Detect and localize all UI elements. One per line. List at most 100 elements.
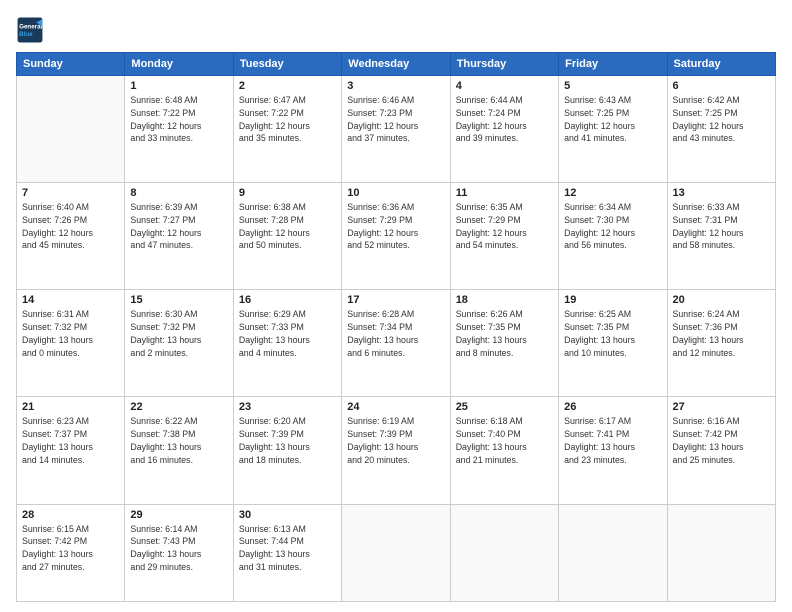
day-info: Sunrise: 6:25 AMSunset: 7:35 PMDaylight:… bbox=[564, 308, 661, 359]
day-info: Sunrise: 6:26 AMSunset: 7:35 PMDaylight:… bbox=[456, 308, 553, 359]
day-cell: 19Sunrise: 6:25 AMSunset: 7:35 PMDayligh… bbox=[559, 290, 667, 397]
col-header-thursday: Thursday bbox=[450, 53, 558, 76]
day-info: Sunrise: 6:43 AMSunset: 7:25 PMDaylight:… bbox=[564, 94, 661, 145]
calendar-header-row: SundayMondayTuesdayWednesdayThursdayFrid… bbox=[17, 53, 776, 76]
day-cell: 2 Sunrise: 6:47 AMSunset: 7:22 PMDaylight… bbox=[233, 76, 341, 183]
day-cell: 1Sunrise: 6:48 AMSunset: 7:22 PMDaylight… bbox=[125, 76, 233, 183]
day-info: Sunrise: 6:40 AMSunset: 7:26 PMDaylight:… bbox=[22, 201, 119, 252]
day-cell bbox=[667, 504, 775, 601]
day-number: 9 bbox=[239, 187, 336, 199]
day-number: 12 bbox=[564, 187, 661, 199]
day-cell: 23 Sunrise: 6:20 AMSunset: 7:39 PMDayligh… bbox=[233, 397, 341, 504]
col-header-sunday: Sunday bbox=[17, 53, 125, 76]
day-number: 24 bbox=[347, 401, 444, 413]
day-number: 4 bbox=[456, 80, 553, 92]
day-number: 10 bbox=[347, 187, 444, 199]
day-info: Sunrise: 6:15 AMSunset: 7:42 PMDaylight:… bbox=[22, 523, 119, 574]
day-info: Sunrise: 6:39 AMSunset: 7:27 PMDaylight:… bbox=[130, 201, 227, 252]
col-header-monday: Monday bbox=[125, 53, 233, 76]
day-cell: 9 Sunrise: 6:38 AMSunset: 7:28 PMDaylight… bbox=[233, 183, 341, 290]
day-info: Sunrise: 6:17 AMSunset: 7:41 PMDaylight:… bbox=[564, 415, 661, 466]
day-number: 29 bbox=[130, 509, 227, 521]
week-row-1: 1Sunrise: 6:48 AMSunset: 7:22 PMDaylight… bbox=[17, 76, 776, 183]
day-info: Sunrise: 6:19 AMSunset: 7:39 PMDaylight:… bbox=[347, 415, 444, 466]
day-cell: 28 Sunrise: 6:15 AMSunset: 7:42 PMDayligh… bbox=[17, 504, 125, 601]
day-cell: 27 Sunrise: 6:16 AMSunset: 7:42 PMDayligh… bbox=[667, 397, 775, 504]
day-cell: 21Sunrise: 6:23 AMSunset: 7:37 PMDayligh… bbox=[17, 397, 125, 504]
day-cell: 29 Sunrise: 6:14 AMSunset: 7:43 PMDayligh… bbox=[125, 504, 233, 601]
day-cell: 7Sunrise: 6:40 AMSunset: 7:26 PMDaylight… bbox=[17, 183, 125, 290]
day-info: Sunrise: 6:34 AMSunset: 7:30 PMDaylight:… bbox=[564, 201, 661, 252]
day-cell bbox=[450, 504, 558, 601]
day-cell: 17 Sunrise: 6:28 AMSunset: 7:34 PMDayligh… bbox=[342, 290, 450, 397]
day-info: Sunrise: 6:24 AMSunset: 7:36 PMDaylight:… bbox=[673, 308, 770, 359]
day-number: 25 bbox=[456, 401, 553, 413]
day-info: Sunrise: 6:33 AMSunset: 7:31 PMDaylight:… bbox=[673, 201, 770, 252]
day-cell: 15Sunrise: 6:30 AMSunset: 7:32 PMDayligh… bbox=[125, 290, 233, 397]
day-number: 26 bbox=[564, 401, 661, 413]
day-cell: 30 Sunrise: 6:13 AMSunset: 7:44 PMDayligh… bbox=[233, 504, 341, 601]
day-number: 8 bbox=[130, 187, 227, 199]
day-info: Sunrise: 6:18 AMSunset: 7:40 PMDaylight:… bbox=[456, 415, 553, 466]
day-info: Sunrise: 6:23 AMSunset: 7:37 PMDaylight:… bbox=[22, 415, 119, 466]
day-cell: 24 Sunrise: 6:19 AMSunset: 7:39 PMDayligh… bbox=[342, 397, 450, 504]
day-info: Sunrise: 6:20 AMSunset: 7:39 PMDaylight:… bbox=[239, 415, 336, 466]
day-cell: 6 Sunrise: 6:42 AMSunset: 7:25 PMDaylight… bbox=[667, 76, 775, 183]
day-cell: 22 Sunrise: 6:22 AMSunset: 7:38 PMDayligh… bbox=[125, 397, 233, 504]
week-row-3: 14 Sunrise: 6:31 AMSunset: 7:32 PMDayligh… bbox=[17, 290, 776, 397]
day-number: 23 bbox=[239, 401, 336, 413]
day-info: Sunrise: 6:46 AMSunset: 7:23 PMDaylight:… bbox=[347, 94, 444, 145]
logo-icon: General Blue bbox=[16, 16, 44, 44]
day-info: Sunrise: 6:13 AMSunset: 7:44 PMDaylight:… bbox=[239, 523, 336, 574]
day-cell bbox=[17, 76, 125, 183]
day-info: Sunrise: 6:36 AMSunset: 7:29 PMDaylight:… bbox=[347, 201, 444, 252]
logo: General Blue bbox=[16, 16, 44, 44]
day-cell: 20 Sunrise: 6:24 AMSunset: 7:36 PMDayligh… bbox=[667, 290, 775, 397]
day-number: 27 bbox=[673, 401, 770, 413]
day-number: 17 bbox=[347, 294, 444, 306]
day-cell: 18 Sunrise: 6:26 AMSunset: 7:35 PMDayligh… bbox=[450, 290, 558, 397]
day-info: Sunrise: 6:22 AMSunset: 7:38 PMDaylight:… bbox=[130, 415, 227, 466]
col-header-tuesday: Tuesday bbox=[233, 53, 341, 76]
day-number: 30 bbox=[239, 509, 336, 521]
day-info: Sunrise: 6:30 AMSunset: 7:32 PMDaylight:… bbox=[130, 308, 227, 359]
day-number: 11 bbox=[456, 187, 553, 199]
day-cell: 4Sunrise: 6:44 AMSunset: 7:24 PMDaylight… bbox=[450, 76, 558, 183]
day-number: 28 bbox=[22, 509, 119, 521]
col-header-saturday: Saturday bbox=[667, 53, 775, 76]
day-cell bbox=[559, 504, 667, 601]
day-info: Sunrise: 6:16 AMSunset: 7:42 PMDaylight:… bbox=[673, 415, 770, 466]
day-info: Sunrise: 6:31 AMSunset: 7:32 PMDaylight:… bbox=[22, 308, 119, 359]
calendar-table: SundayMondayTuesdayWednesdayThursdayFrid… bbox=[16, 52, 776, 602]
day-info: Sunrise: 6:35 AMSunset: 7:29 PMDaylight:… bbox=[456, 201, 553, 252]
day-number: 6 bbox=[673, 80, 770, 92]
day-cell: 10 Sunrise: 6:36 AMSunset: 7:29 PMDayligh… bbox=[342, 183, 450, 290]
day-info: Sunrise: 6:47 AMSunset: 7:22 PMDaylight:… bbox=[239, 94, 336, 145]
svg-text:General: General bbox=[19, 23, 42, 30]
day-number: 20 bbox=[673, 294, 770, 306]
day-number: 2 bbox=[239, 80, 336, 92]
day-number: 3 bbox=[347, 80, 444, 92]
day-cell bbox=[342, 504, 450, 601]
col-header-wednesday: Wednesday bbox=[342, 53, 450, 76]
day-number: 22 bbox=[130, 401, 227, 413]
day-cell: 13 Sunrise: 6:33 AMSunset: 7:31 PMDayligh… bbox=[667, 183, 775, 290]
day-cell: 14 Sunrise: 6:31 AMSunset: 7:32 PMDayligh… bbox=[17, 290, 125, 397]
day-info: Sunrise: 6:38 AMSunset: 7:28 PMDaylight:… bbox=[239, 201, 336, 252]
day-info: Sunrise: 6:48 AMSunset: 7:22 PMDaylight:… bbox=[130, 94, 227, 145]
day-cell: 8 Sunrise: 6:39 AMSunset: 7:27 PMDaylight… bbox=[125, 183, 233, 290]
day-number: 16 bbox=[239, 294, 336, 306]
day-cell: 3 Sunrise: 6:46 AMSunset: 7:23 PMDaylight… bbox=[342, 76, 450, 183]
page: General Blue SundayMondayTuesdayWednesda… bbox=[0, 0, 792, 612]
day-info: Sunrise: 6:14 AMSunset: 7:43 PMDaylight:… bbox=[130, 523, 227, 574]
day-info: Sunrise: 6:29 AMSunset: 7:33 PMDaylight:… bbox=[239, 308, 336, 359]
day-number: 13 bbox=[673, 187, 770, 199]
day-info: Sunrise: 6:42 AMSunset: 7:25 PMDaylight:… bbox=[673, 94, 770, 145]
day-cell: 16 Sunrise: 6:29 AMSunset: 7:33 PMDayligh… bbox=[233, 290, 341, 397]
header: General Blue bbox=[16, 16, 776, 44]
week-row-5: 28 Sunrise: 6:15 AMSunset: 7:42 PMDayligh… bbox=[17, 504, 776, 601]
day-info: Sunrise: 6:28 AMSunset: 7:34 PMDaylight:… bbox=[347, 308, 444, 359]
day-cell: 12 Sunrise: 6:34 AMSunset: 7:30 PMDayligh… bbox=[559, 183, 667, 290]
day-number: 14 bbox=[22, 294, 119, 306]
day-number: 18 bbox=[456, 294, 553, 306]
